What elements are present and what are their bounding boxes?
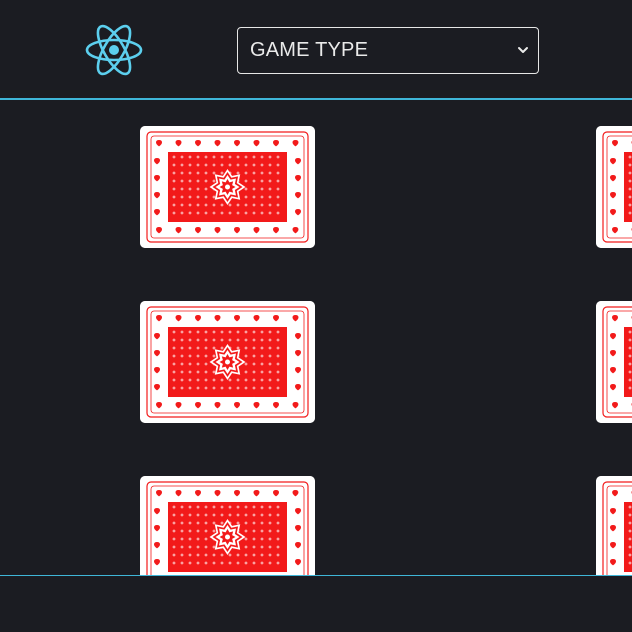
react-atom-icon[interactable]	[85, 22, 143, 78]
card-back[interactable]	[140, 126, 315, 248]
game-type-select[interactable]: GAME TYPE	[237, 27, 539, 74]
chevron-down-icon	[516, 43, 530, 57]
header: GAME TYPE	[0, 0, 632, 100]
app-root: GAME TYPE	[0, 0, 632, 632]
card-board	[0, 100, 632, 575]
game-type-selected-value: GAME TYPE	[250, 39, 369, 61]
card-back[interactable]	[596, 126, 632, 248]
footer	[0, 575, 632, 632]
card-back[interactable]	[140, 476, 315, 575]
card-back[interactable]	[596, 301, 632, 423]
card-back[interactable]	[596, 476, 632, 575]
card-back[interactable]	[140, 301, 315, 423]
